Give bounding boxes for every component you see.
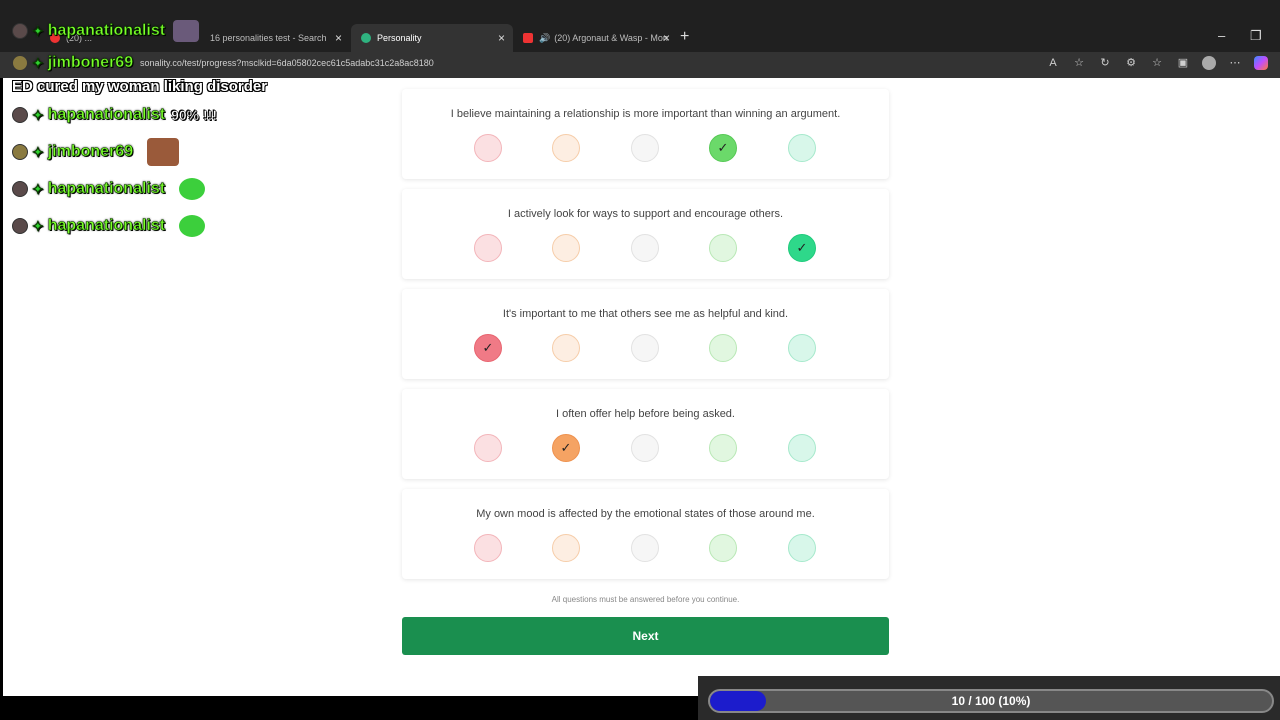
read-aloud-icon[interactable]: A	[1046, 56, 1060, 70]
close-tab-icon[interactable]: ×	[175, 31, 182, 45]
extensions-icon[interactable]: ⚙	[1124, 56, 1138, 70]
next-button[interactable]: Next	[402, 617, 889, 655]
refresh-icon[interactable]: ↻	[1098, 56, 1112, 70]
close-tab-icon[interactable]: ×	[498, 31, 505, 45]
answer-option-agree[interactable]	[709, 234, 737, 262]
site-icon	[361, 33, 371, 43]
answer-scale	[474, 534, 816, 562]
favorites-icon[interactable]: ☆	[1150, 56, 1164, 70]
answer-option-strongly-agree[interactable]	[788, 534, 816, 562]
answer-option-disagree[interactable]	[552, 234, 580, 262]
answer-scale: ✓	[474, 134, 816, 162]
close-tab-icon[interactable]: ×	[663, 31, 670, 45]
answer-option-neutral[interactable]	[631, 234, 659, 262]
question-text: It's important to me that others see me …	[502, 308, 789, 320]
answer-option-agree[interactable]	[709, 434, 737, 462]
question-card-2: I actively look for ways to support and …	[402, 189, 889, 279]
answer-option-agree[interactable]	[709, 534, 737, 562]
browser-tab-3[interactable]: Personality ×	[351, 24, 513, 52]
new-tab-button[interactable]: +	[680, 28, 689, 46]
answer-option-strongly-agree[interactable]	[788, 434, 816, 462]
url-field[interactable]: sonality.co/test/progress?msclkid=6da058…	[140, 58, 434, 68]
question-text: I actively look for ways to support and …	[507, 208, 784, 220]
question-text: I believe maintaining a relationship is …	[450, 108, 841, 120]
browser-tab-4[interactable]: 🔊 (20) Argonaut & Wasp - Mon ×	[513, 24, 678, 52]
answer-option-agree-selected[interactable]: ✓	[709, 134, 737, 162]
collections-icon[interactable]: ▣	[1176, 56, 1190, 70]
progress-label: 10 / 100 (10%)	[951, 694, 1031, 708]
answer-option-strongly-disagree[interactable]	[474, 234, 502, 262]
answer-option-neutral[interactable]	[631, 134, 659, 162]
answer-option-strongly-agree-selected[interactable]: ✓	[788, 234, 816, 262]
browser-tab-2[interactable]: 16 personalities test - Search ×	[200, 24, 350, 52]
validation-note: All questions must be answered before yo…	[551, 595, 740, 604]
maximize-icon[interactable]: ❐	[1250, 28, 1262, 44]
answer-option-strongly-disagree-selected[interactable]: ✓	[474, 334, 502, 362]
answer-option-neutral[interactable]	[631, 434, 659, 462]
address-bar-icons: A ☆ ↻ ⚙ ☆ ▣ ⋯	[1046, 56, 1268, 70]
page-content: I believe maintaining a relationship is …	[3, 78, 1280, 696]
profile-avatar-icon[interactable]	[1202, 56, 1216, 70]
question-card-4: I often offer help before being asked. ✓	[402, 389, 889, 479]
answer-option-neutral[interactable]	[631, 534, 659, 562]
answer-option-disagree[interactable]	[552, 334, 580, 362]
answer-option-disagree-selected[interactable]: ✓	[552, 434, 580, 462]
speaker-icon: 🔊	[539, 32, 551, 43]
question-card-3: It's important to me that others see me …	[402, 289, 889, 379]
address-bar: sonality.co/test/progress?msclkid=6da058…	[0, 52, 1280, 78]
question-text: I often offer help before being asked.	[556, 408, 735, 420]
answer-scale: ✓	[474, 334, 816, 362]
answer-option-strongly-disagree[interactable]	[474, 434, 502, 462]
answer-option-agree[interactable]	[709, 334, 737, 362]
browser-tab-bar: (20) ... × 16 personalities test - Searc…	[0, 0, 1280, 52]
tab-label: (20) Argonaut & Wasp - Mon	[554, 33, 668, 43]
answer-option-disagree[interactable]	[552, 134, 580, 162]
progress-track: 10 / 100 (10%)	[708, 689, 1274, 713]
answer-option-neutral[interactable]	[631, 334, 659, 362]
minimize-icon[interactable]: –	[1218, 28, 1225, 43]
answer-scale: ✓	[474, 434, 816, 462]
answer-scale: ✓	[474, 234, 816, 262]
youtube-icon	[523, 33, 533, 43]
tab-label: 16 personalities test - Search	[210, 33, 327, 43]
progress-widget: 10 / 100 (10%)	[698, 676, 1280, 720]
browser-tab-1[interactable]: (20) ... ×	[40, 24, 190, 52]
tab-label: Personality	[377, 33, 422, 43]
more-menu-icon[interactable]: ⋯	[1228, 56, 1242, 70]
answer-option-strongly-disagree[interactable]	[474, 134, 502, 162]
tab-label: (20) ...	[66, 33, 93, 43]
answer-option-strongly-agree[interactable]	[788, 334, 816, 362]
question-card-5: My own mood is affected by the emotional…	[402, 489, 889, 579]
answer-option-strongly-agree[interactable]	[788, 134, 816, 162]
answer-option-strongly-disagree[interactable]	[474, 534, 502, 562]
answer-option-disagree[interactable]	[552, 534, 580, 562]
youtube-icon	[50, 33, 60, 43]
question-card-1: I believe maintaining a relationship is …	[402, 89, 889, 179]
question-text: My own mood is affected by the emotional…	[476, 508, 815, 520]
close-tab-icon[interactable]: ×	[335, 31, 342, 45]
favorite-star-icon[interactable]: ☆	[1072, 56, 1086, 70]
copilot-icon[interactable]	[1254, 56, 1268, 70]
